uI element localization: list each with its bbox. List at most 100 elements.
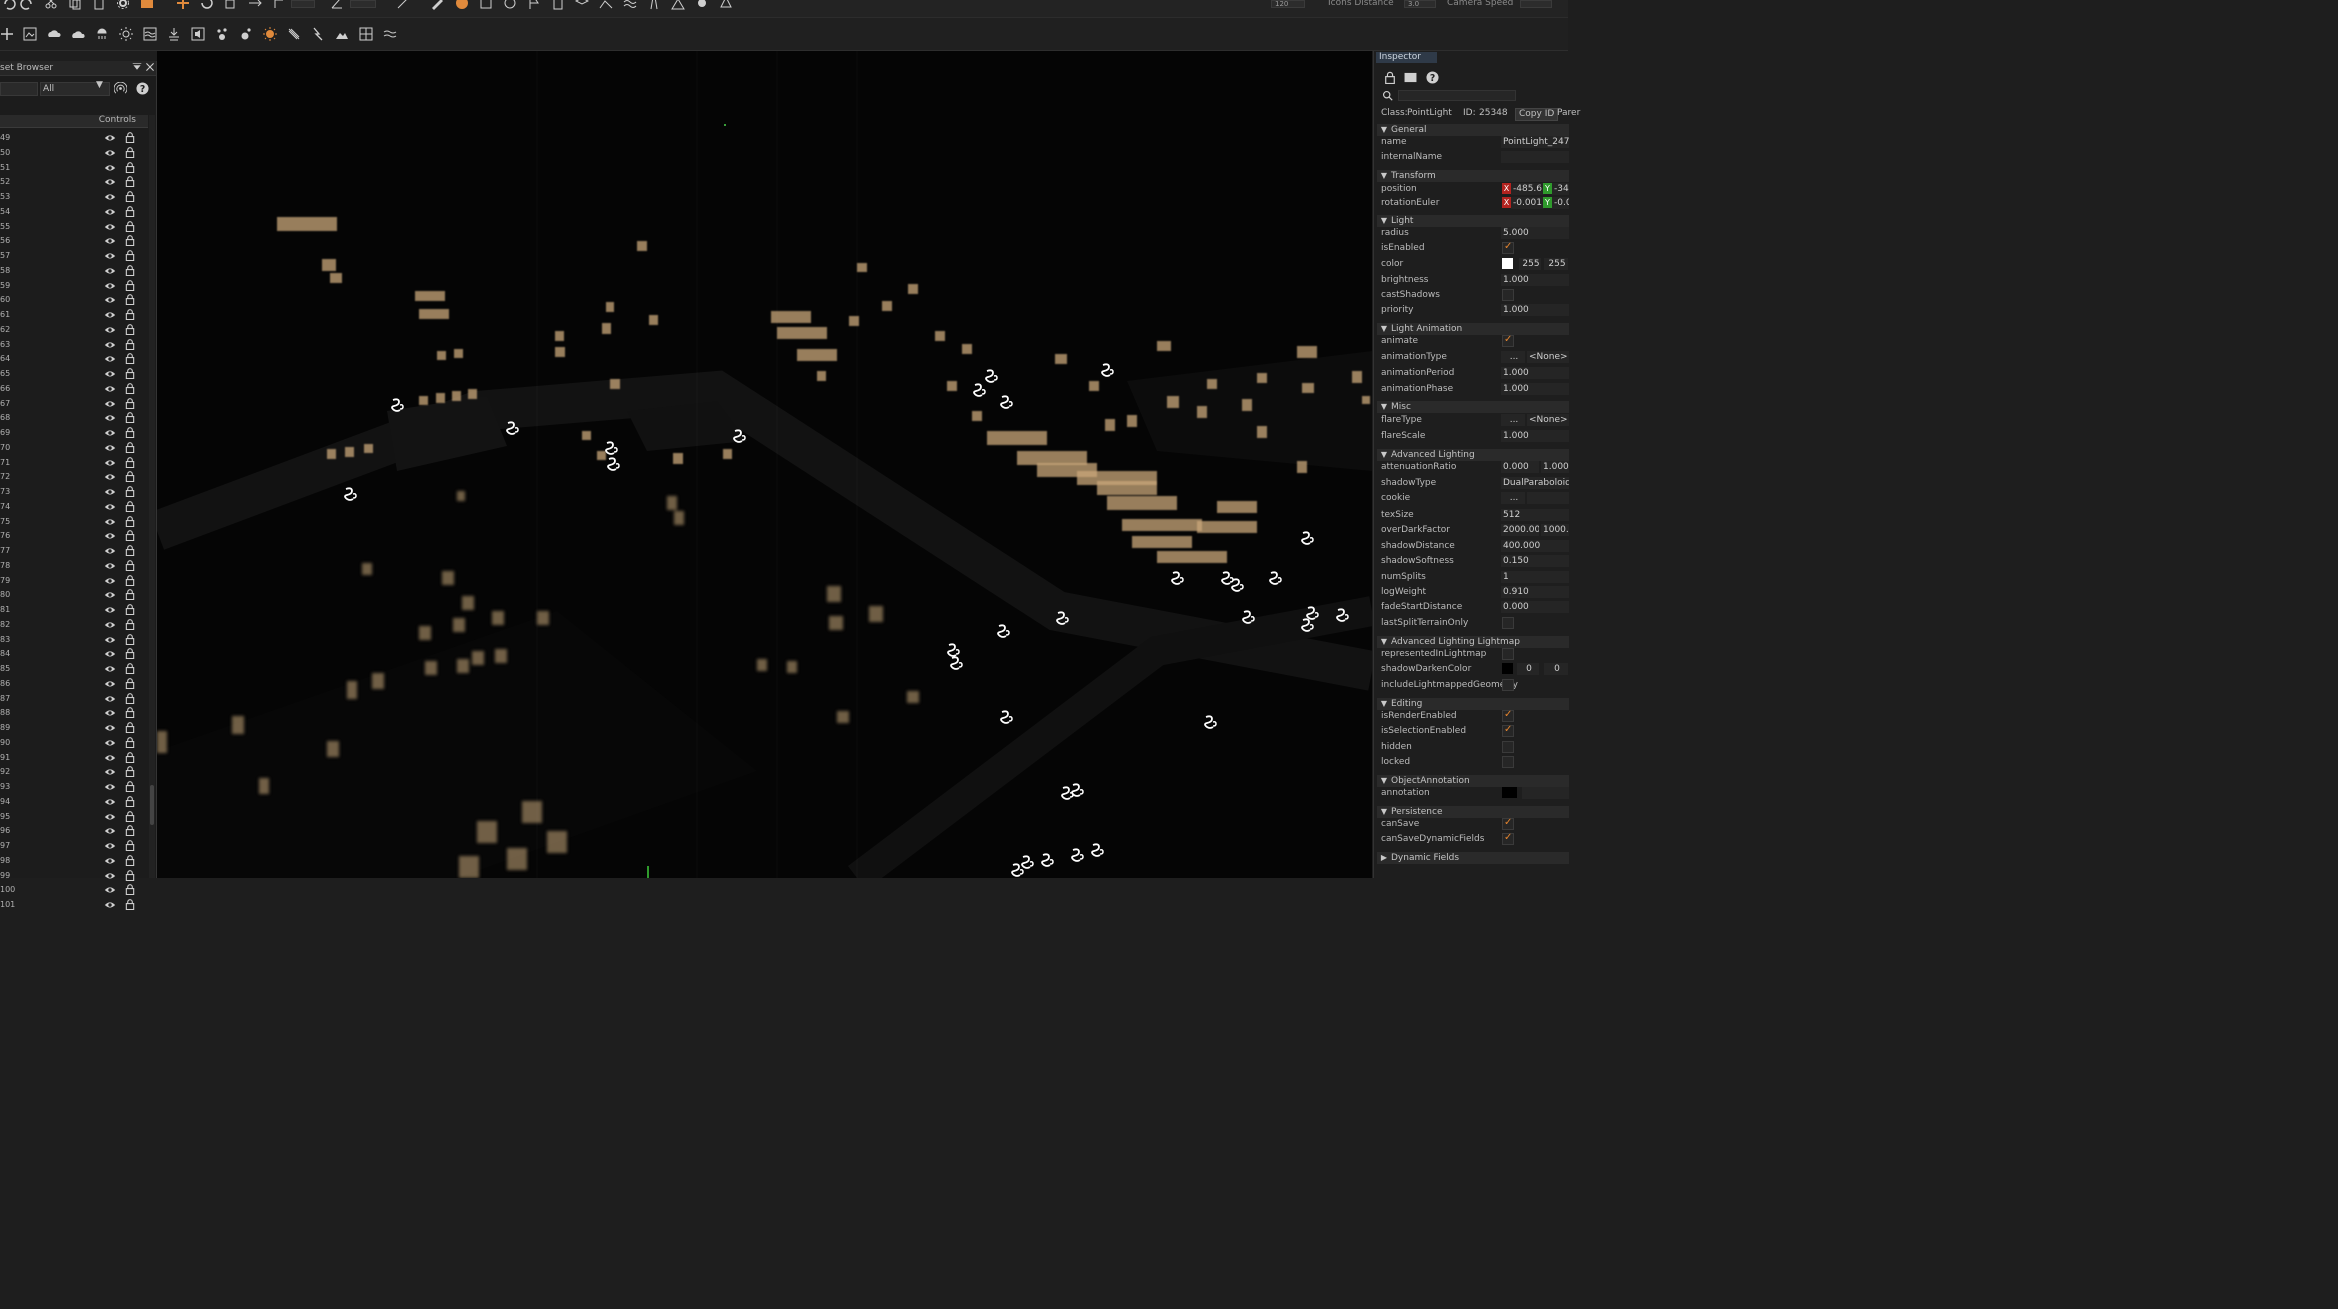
lock-icon[interactable] (125, 191, 135, 203)
asset-row[interactable]: 77 (0, 544, 148, 559)
visible-distance-field[interactable]: 120 (1271, 0, 1305, 8)
visibility-eye-icon[interactable] (104, 900, 116, 910)
color-swatch[interactable] (1502, 663, 1513, 674)
lock-icon[interactable] (125, 899, 135, 911)
field-name[interactable]: PointLight_247 (1501, 136, 1569, 148)
lock-icon[interactable] (125, 810, 135, 822)
visibility-eye-icon[interactable] (104, 871, 116, 881)
water-plane-icon[interactable] (143, 27, 157, 41)
checkbox-can-save[interactable] (1502, 817, 1514, 830)
layers-icon[interactable] (575, 0, 589, 10)
visibility-eye-icon[interactable] (104, 782, 116, 792)
add-icon[interactable] (0, 27, 14, 41)
lock-icon[interactable] (125, 825, 135, 837)
field-log-weight[interactable]: 0.910 (1501, 586, 1569, 598)
asset-row[interactable]: 69 (0, 426, 148, 441)
lock-icon[interactable] (125, 397, 135, 409)
field-attenuation-ratio-b[interactable]: 1.000 (1541, 461, 1569, 473)
visibility-eye-icon[interactable] (104, 340, 116, 350)
lock-icon[interactable] (125, 235, 135, 247)
field-priority[interactable]: 1.000 (1501, 304, 1569, 316)
visibility-eye-icon[interactable] (104, 679, 116, 689)
lock-icon[interactable] (125, 382, 135, 394)
lock-icon[interactable] (125, 781, 135, 793)
copy-icon[interactable] (68, 0, 82, 10)
field-flare-type[interactable]: <None> (1527, 414, 1569, 426)
cloud-layer-icon[interactable] (47, 27, 61, 41)
select-tool-icon[interactable] (176, 0, 190, 10)
asset-row[interactable]: 85 (0, 662, 148, 677)
section-general[interactable]: ▼ General (1377, 124, 1569, 136)
asset-row[interactable]: 63 (0, 338, 148, 353)
particle-node-icon[interactable] (239, 27, 253, 41)
sound-emitter-icon[interactable] (191, 27, 205, 41)
asset-row[interactable]: 50 (0, 146, 148, 161)
field-brightness[interactable]: 1.000 (1501, 274, 1569, 286)
checkbox-last-split-terrain-only[interactable] (1502, 617, 1514, 629)
asset-row[interactable]: 87 (0, 692, 148, 707)
mountain-icon[interactable] (671, 0, 685, 10)
visibility-eye-icon[interactable] (104, 856, 116, 866)
visibility-eye-icon[interactable] (104, 531, 116, 541)
asset-row[interactable]: 53 (0, 190, 148, 205)
visibility-eye-icon[interactable] (104, 399, 116, 409)
scene-render[interactable] (157, 51, 1372, 878)
asset-row[interactable]: 93 (0, 780, 148, 795)
checkbox-is-enabled[interactable] (1502, 241, 1514, 254)
field-tex-size[interactable]: 512 (1501, 509, 1569, 521)
visibility-eye-icon[interactable] (104, 472, 116, 482)
lock-icon[interactable] (125, 309, 135, 321)
asset-row[interactable]: 58 (0, 264, 148, 279)
lock-icon[interactable] (125, 441, 135, 453)
color-swatch[interactable] (1502, 258, 1513, 269)
paste-icon[interactable] (92, 0, 106, 10)
building-icon[interactable] (551, 0, 565, 10)
asset-row[interactable]: 61 (0, 308, 148, 323)
asset-row[interactable]: 60 (0, 293, 148, 308)
field-attenuation-ratio-a[interactable]: 0.000 (1501, 461, 1539, 473)
field-rotation-euler-x[interactable]: -0.001 (1511, 197, 1544, 209)
tab-inspector[interactable]: Inspector (1376, 52, 1437, 63)
section-transform[interactable]: ▼ Transform (1377, 170, 1569, 182)
field-color-g[interactable]: 255 (1544, 258, 1568, 270)
section-persistence[interactable]: ▼ Persistence (1377, 806, 1569, 818)
parent-button[interactable]: Parer (1557, 108, 1580, 118)
visibility-eye-icon[interactable] (104, 281, 116, 291)
visibility-eye-icon[interactable] (104, 133, 116, 143)
asset-row[interactable]: 52 (0, 175, 148, 190)
lock-icon[interactable] (125, 795, 135, 807)
checkbox-hidden[interactable] (1502, 741, 1514, 753)
asset-row[interactable]: 84 (0, 647, 148, 662)
lock-icon[interactable] (125, 146, 135, 158)
lock-icon[interactable] (125, 161, 135, 173)
field-over-dark-factor-a[interactable]: 2000.000 (1501, 524, 1539, 536)
lock-icon[interactable] (125, 427, 135, 439)
visibility-eye-icon[interactable] (104, 222, 116, 232)
angle-snap-icon[interactable] (330, 0, 344, 10)
field-flare-scale[interactable]: 1.000 (1501, 430, 1569, 442)
undo-icon[interactable] (2, 0, 16, 10)
spot-light-icon[interactable] (287, 27, 301, 41)
annotation-color-swatch[interactable] (1502, 787, 1517, 798)
visibility-eye-icon[interactable] (104, 251, 116, 261)
asset-row[interactable]: 62 (0, 323, 148, 338)
lock-icon[interactable] (125, 722, 135, 734)
asset-row[interactable]: 95 (0, 810, 148, 825)
angle-field[interactable] (350, 0, 376, 8)
point-light-icon[interactable] (263, 27, 277, 41)
asset-row[interactable]: 72 (0, 470, 148, 485)
asset-row[interactable]: 98 (0, 854, 148, 869)
visibility-eye-icon[interactable] (104, 708, 116, 718)
lock-icon[interactable] (125, 604, 135, 616)
lock-icon[interactable] (125, 471, 135, 483)
visibility-eye-icon[interactable] (104, 649, 116, 659)
asset-row[interactable]: 65 (0, 367, 148, 382)
lock-icon[interactable] (125, 486, 135, 498)
lock-icon[interactable] (125, 840, 135, 852)
asset-row[interactable]: 68 (0, 411, 148, 426)
scale-tool-icon[interactable] (224, 0, 238, 10)
lock-icon[interactable] (125, 279, 135, 291)
visibility-eye-icon[interactable] (104, 664, 116, 674)
visibility-eye-icon[interactable] (104, 369, 116, 379)
asset-row[interactable]: 49 (0, 131, 148, 146)
